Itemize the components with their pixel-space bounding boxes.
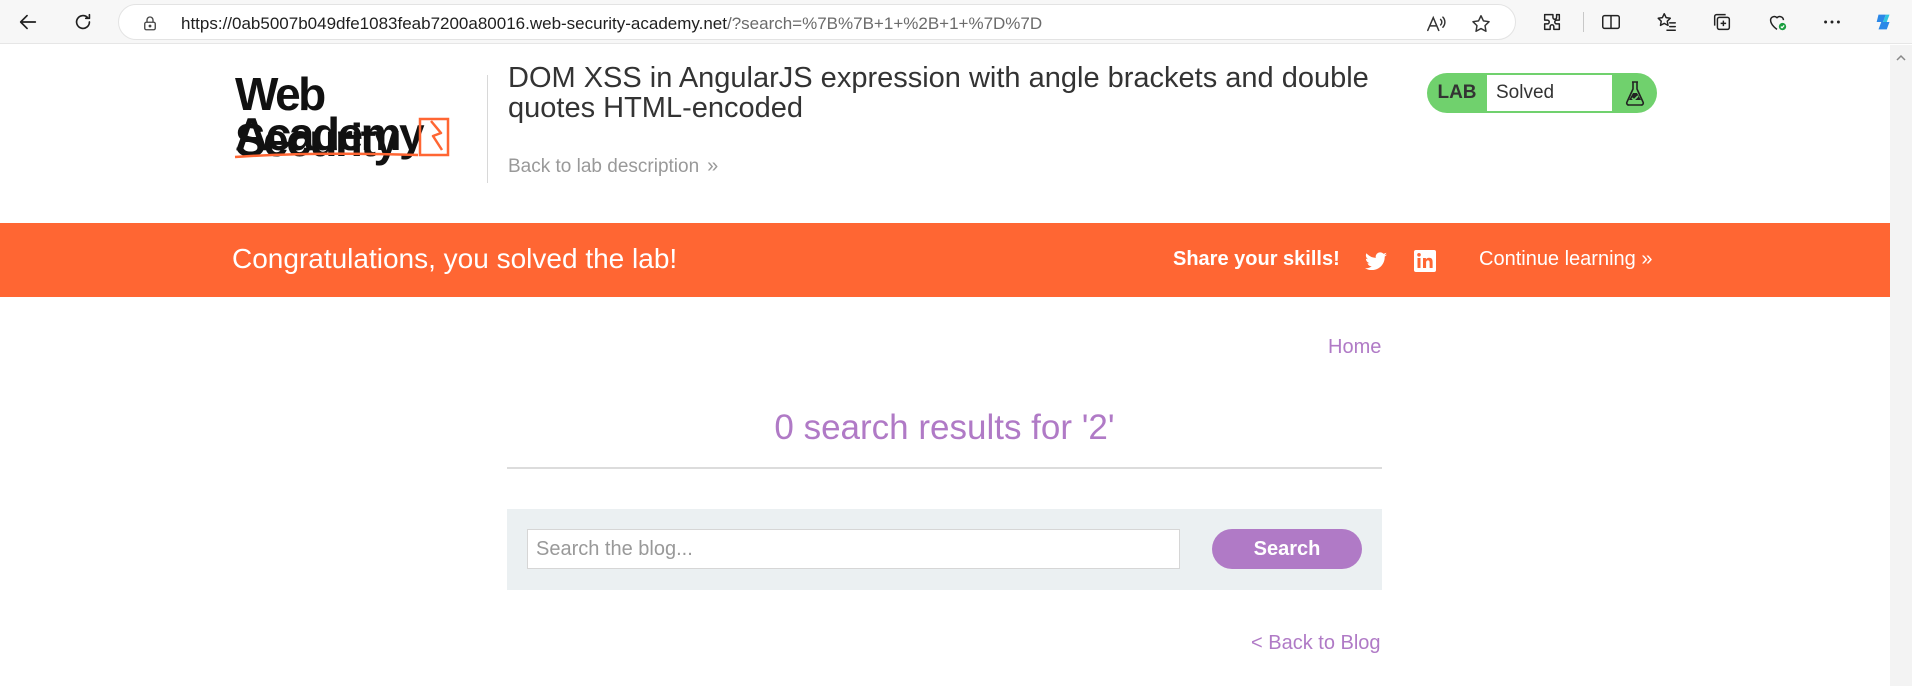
linkedin-icon[interactable] — [1413, 249, 1437, 273]
search-button[interactable]: Search — [1212, 529, 1362, 569]
more-options-icon[interactable] — [1820, 10, 1844, 34]
search-input[interactable] — [527, 529, 1180, 569]
back-arrow-icon[interactable] — [11, 6, 45, 38]
favorites-icon[interactable] — [1655, 10, 1679, 34]
lab-header: Web Security Academy DOM XSS in AngularJ… — [0, 45, 1890, 223]
results-divider — [507, 467, 1382, 469]
back-to-lab-description-label: Back to lab description — [508, 156, 700, 177]
extensions-icon[interactable] — [1540, 10, 1564, 34]
split-screen-icon[interactable] — [1599, 10, 1623, 34]
url-host: https://0ab5007b049dfe1083feab7200a80016… — [181, 14, 727, 33]
web-security-academy-logo[interactable]: Web Security Academy — [233, 71, 483, 171]
url-query: /?search=%7B%7B+1+%2B+1+%7D%7D — [726, 14, 1043, 33]
collections-icon[interactable] — [1710, 10, 1734, 34]
back-to-blog-link[interactable]: < Back to Blog — [1251, 632, 1381, 655]
page-scrollbar[interactable] — [1890, 45, 1912, 686]
browser-toolbar: https://0ab5007b049dfe1083feab7200a80016… — [0, 0, 1912, 44]
flask-icon — [1612, 73, 1657, 113]
logo-bolt-icon — [234, 117, 450, 159]
browser-essentials-icon[interactable] — [1765, 10, 1789, 34]
lock-icon[interactable] — [141, 14, 159, 32]
search-panel: Search — [507, 509, 1382, 590]
read-aloud-icon[interactable] — [1425, 13, 1447, 35]
lab-status-text: Solved — [1487, 75, 1612, 111]
congratulations-message: Congratulations, you solved the lab! — [232, 243, 678, 274]
lab-status-badge: LAB Solved — [1427, 73, 1657, 113]
continue-learning-link[interactable]: Continue learning » — [1479, 248, 1652, 271]
lab-tag: LAB — [1437, 82, 1477, 103]
address-bar[interactable]: https://0ab5007b049dfe1083feab7200a80016… — [118, 4, 1516, 40]
share-skills-label: Share your skills! — [1173, 248, 1340, 270]
copilot-icon[interactable] — [1872, 10, 1896, 34]
back-to-lab-description-link[interactable]: Back to lab description » — [508, 155, 718, 178]
favorite-star-icon[interactable] — [1470, 13, 1492, 35]
double-chevron-right-icon: » — [1641, 248, 1653, 270]
refresh-icon[interactable] — [66, 6, 100, 38]
double-chevron-right-icon: » — [707, 155, 719, 177]
search-results-title: 0 search results for '2' — [774, 408, 1115, 447]
continue-learning-label: Continue learning — [1479, 248, 1636, 270]
twitter-icon[interactable] — [1364, 249, 1388, 273]
url-text[interactable]: https://0ab5007b049dfe1083feab7200a80016… — [181, 14, 1042, 34]
header-divider — [487, 75, 488, 183]
lab-title: DOM XSS in AngularJS expression with ang… — [508, 62, 1369, 124]
toolbar-divider — [1583, 12, 1584, 32]
solved-banner: Congratulations, you solved the lab! Sha… — [0, 223, 1890, 297]
scroll-up-arrow-icon[interactable] — [1895, 51, 1907, 63]
home-link[interactable]: Home — [1328, 336, 1381, 359]
